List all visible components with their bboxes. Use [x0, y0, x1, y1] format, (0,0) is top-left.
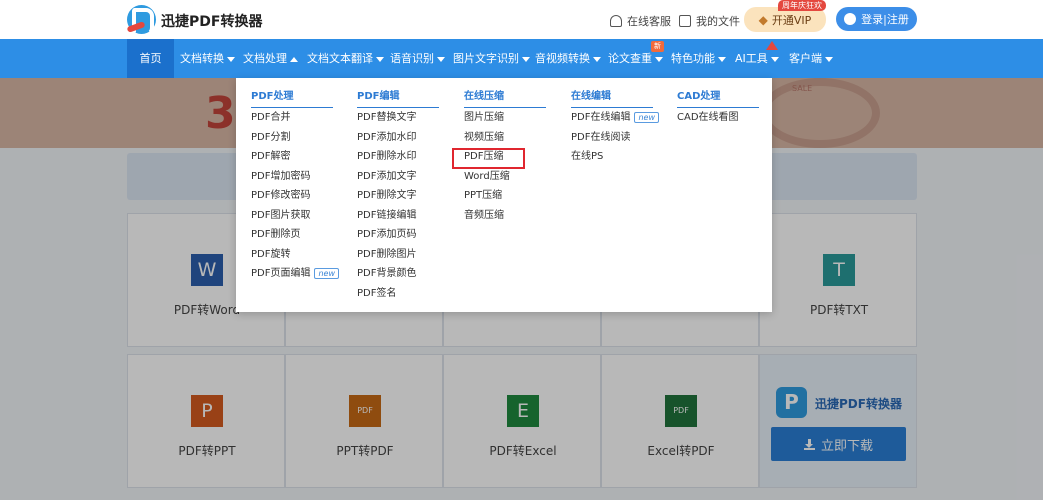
nav-translate[interactable]: 文档文本翻译: [307, 39, 384, 78]
menu-item[interactable]: PDF链接编辑: [357, 206, 439, 226]
menu-item[interactable]: 图片压缩: [464, 108, 546, 128]
main-nav: 首页 文档转换 文档处理 文档文本翻译 语音识别 图片文字识别 音视频转换 论文…: [0, 39, 1043, 78]
chevron-down-icon: [655, 56, 663, 62]
menu-column-pdf-process: PDF处理 PDF合并 PDF分割 PDF解密 PDF增加密码 PDF修改密码 …: [251, 89, 340, 284]
chevron-down-icon: [718, 56, 726, 62]
nav-label: 客户端: [789, 52, 822, 65]
chevron-down-icon: [825, 56, 833, 62]
chevron-down-icon: [593, 56, 601, 62]
file-icon: [679, 15, 691, 27]
menu-item[interactable]: 视频压缩: [464, 128, 546, 148]
brand-logo-icon[interactable]: [127, 5, 156, 36]
customer-service-link[interactable]: 在线客服: [610, 13, 671, 29]
chevron-down-icon: [376, 56, 384, 62]
menu-column-title: 在线编辑: [571, 89, 653, 108]
my-files-label: 我的文件: [696, 15, 740, 28]
menu-column-title: CAD处理: [677, 89, 759, 108]
menu-item[interactable]: CAD在线看图: [677, 108, 759, 128]
menu-item[interactable]: 音频压缩: [464, 206, 546, 226]
nav-document-process[interactable]: 文档处理: [243, 39, 298, 78]
menu-item[interactable]: PDF合并: [251, 108, 333, 128]
nav-label: 图片文字识别: [453, 52, 519, 65]
nav-home[interactable]: 首页: [127, 39, 174, 78]
menu-item[interactable]: PDF分割: [251, 128, 333, 148]
nav-speech-recognition[interactable]: 语音识别: [390, 39, 445, 78]
menu-item[interactable]: PDF删除页: [251, 225, 333, 245]
customer-service-label: 在线客服: [627, 15, 671, 28]
nav-label: 文档转换: [180, 52, 224, 65]
menu-item[interactable]: PDF背景颜色: [357, 264, 439, 284]
new-badge: new: [314, 267, 340, 279]
menu-item-online-edit[interactable]: PDF在线编辑 new: [571, 108, 660, 128]
chevron-down-icon: [437, 56, 445, 62]
menu-item-page-edit[interactable]: PDF页面编辑 new: [251, 264, 340, 284]
hot-icon: [766, 41, 778, 50]
menu-item[interactable]: 在线PS: [571, 147, 653, 167]
menu-item[interactable]: PDF签名: [357, 284, 439, 304]
nav-label: 文档处理: [243, 52, 287, 65]
menu-item[interactable]: PDF旋转: [251, 245, 333, 265]
my-files-link[interactable]: 我的文件: [679, 13, 740, 29]
menu-column-title: PDF处理: [251, 89, 333, 108]
nav-features[interactable]: 特色功能: [671, 39, 726, 78]
menu-item[interactable]: PDF删除水印: [357, 147, 439, 167]
menu-column-pdf-edit: PDF编辑 PDF替换文字 PDF添加水印 PDF删除水印 PDF添加文字 PD…: [357, 89, 439, 303]
anniversary-badge: 周年庆狂欢: [778, 0, 826, 11]
login-register-button[interactable]: 登录|注册: [836, 7, 917, 31]
nav-label: 音视频转换: [535, 52, 590, 65]
nav-label: 语音识别: [390, 52, 434, 65]
menu-item[interactable]: PDF添加水印: [357, 128, 439, 148]
menu-item[interactable]: PDF替换文字: [357, 108, 439, 128]
menu-item[interactable]: PDF图片获取: [251, 206, 333, 226]
headset-icon: [610, 15, 622, 27]
nav-label: 文档文本翻译: [307, 52, 373, 65]
menu-column-online-edit: 在线编辑 PDF在线编辑 new PDF在线阅读 在线PS: [571, 89, 660, 167]
menu-item[interactable]: PDF删除图片: [357, 245, 439, 265]
highlight-box: [452, 148, 525, 169]
menu-item[interactable]: PDF删除文字: [357, 186, 439, 206]
menu-item[interactable]: PDF在线阅读: [571, 128, 653, 148]
open-vip-label: 开通VIP: [771, 13, 812, 27]
nav-ocr[interactable]: 图片文字识别: [453, 39, 530, 78]
chevron-down-icon: [522, 56, 530, 62]
chevron-down-icon: [227, 56, 235, 62]
top-header: 迅捷PDF转换器 在线客服 我的文件 ◆ 开通VIP 周年庆狂欢 登录|注册: [0, 0, 1043, 39]
document-process-dropdown: PDF处理 PDF合并 PDF分割 PDF解密 PDF增加密码 PDF修改密码 …: [236, 78, 772, 312]
chevron-up-icon: [290, 56, 298, 62]
menu-column-cad: CAD处理 CAD在线看图: [677, 89, 759, 128]
brand-name[interactable]: 迅捷PDF转换器: [161, 11, 262, 31]
menu-column-title: PDF编辑: [357, 89, 439, 108]
menu-item[interactable]: PPT压缩: [464, 186, 546, 206]
menu-item[interactable]: Word压缩: [464, 167, 546, 187]
nav-label: 论文查重: [608, 52, 652, 65]
menu-item[interactable]: PDF添加文字: [357, 167, 439, 187]
nav-client[interactable]: 客户端: [789, 39, 833, 78]
diamond-icon: ◆: [758, 12, 768, 27]
new-badge: 新: [651, 41, 664, 52]
chevron-down-icon: [770, 56, 779, 62]
nav-av-convert[interactable]: 音视频转换: [535, 39, 601, 78]
new-badge: new: [634, 111, 660, 123]
menu-item[interactable]: PDF解密: [251, 147, 333, 167]
menu-item[interactable]: PDF增加密码: [251, 167, 333, 187]
nav-document-convert[interactable]: 文档转换: [180, 39, 235, 78]
user-icon: [844, 13, 857, 25]
menu-column-title: 在线压缩: [464, 89, 546, 108]
menu-item-label: PDF在线编辑: [571, 112, 631, 123]
nav-label: 特色功能: [671, 52, 715, 65]
menu-item-label: PDF页面编辑: [251, 268, 311, 279]
login-register-label: 登录|注册: [861, 13, 909, 26]
nav-label: AI工具: [735, 52, 768, 65]
menu-item[interactable]: PDF添加页码: [357, 225, 439, 245]
menu-item[interactable]: PDF修改密码: [251, 186, 333, 206]
